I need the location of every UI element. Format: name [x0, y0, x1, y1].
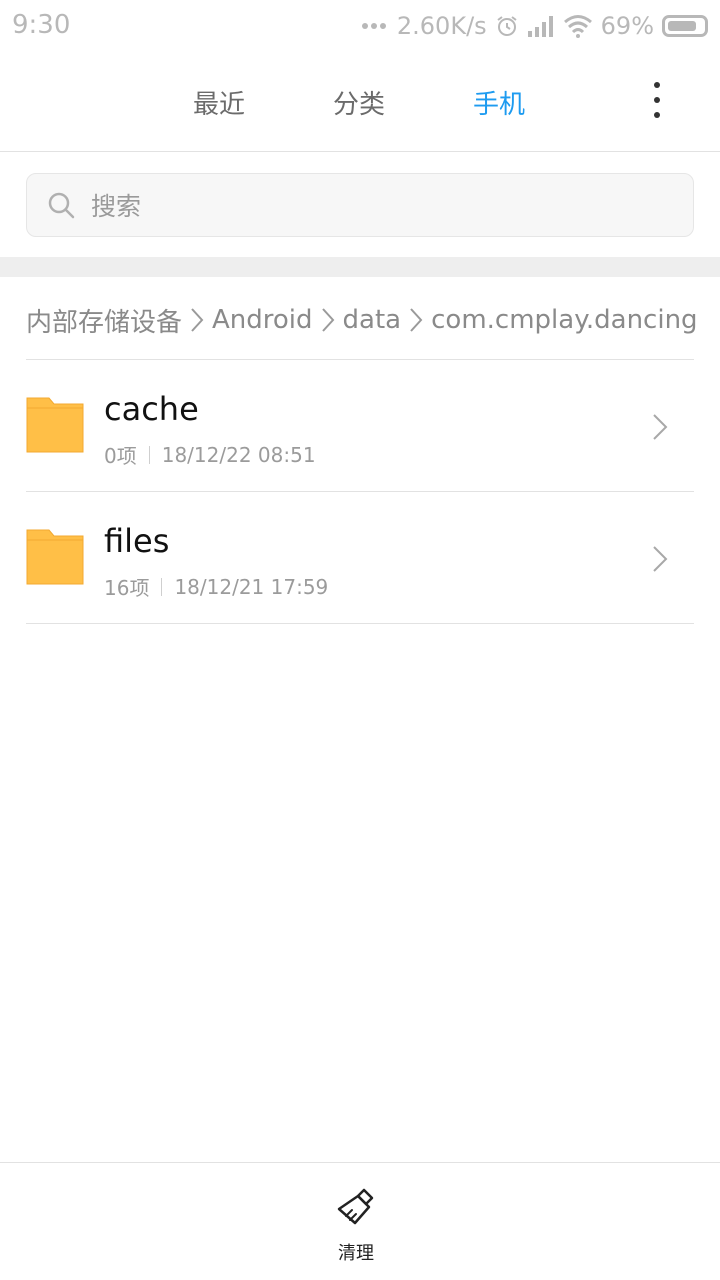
more-options-icon[interactable]: [646, 82, 668, 118]
broom-icon: [337, 1188, 374, 1225]
folder-name: cache: [104, 390, 199, 428]
chevron-right-icon: [191, 308, 204, 332]
list-divider: [26, 623, 694, 624]
modified-date: 18/12/22 08:51: [161, 442, 316, 467]
item-count: 0项: [104, 444, 137, 468]
meta-divider: [148, 445, 150, 464]
breadcrumb-data[interactable]: data: [343, 305, 402, 335]
chevron-right-icon: [653, 414, 668, 440]
folder-name: files: [104, 522, 170, 560]
breadcrumb-android[interactable]: Android: [212, 305, 313, 335]
tab-recent[interactable]: 最近: [193, 84, 245, 121]
bottom-toolbar: 清理: [0, 1162, 720, 1280]
wifi-icon: [563, 15, 592, 38]
alarm-icon: [497, 16, 517, 36]
chevron-right-icon: [410, 308, 423, 332]
search-placeholder: 搜索: [91, 192, 142, 221]
top-tabs: 最近 分类 手机: [0, 52, 720, 152]
clean-button[interactable]: 清理: [320, 1181, 400, 1269]
breadcrumb: 内部存储设备 Android data com.cmplay.dancing: [26, 294, 702, 346]
signal-icon: [527, 16, 553, 37]
folder-icon: [26, 529, 84, 585]
tab-phone[interactable]: 手机: [473, 84, 525, 121]
folder-row-files[interactable]: files 16项 18/12/21 17:59: [0, 492, 720, 622]
battery-icon: [662, 15, 708, 37]
section-divider: [0, 257, 720, 277]
folder-meta: 16项 18/12/21 17:59: [104, 572, 328, 601]
status-bar: 9:30 2.60K/s 69%: [0, 0, 720, 52]
battery-percent: 69%: [600, 12, 654, 40]
chevron-right-icon: [653, 546, 668, 572]
item-count: 16项: [104, 576, 150, 600]
folder-icon: [26, 397, 84, 453]
folder-row-cache[interactable]: cache 0项 18/12/22 08:51: [0, 360, 720, 490]
status-icons: 2.60K/s 69%: [354, 8, 708, 44]
search-icon: [48, 192, 75, 219]
tab-category[interactable]: 分类: [333, 84, 385, 121]
status-time: 9:30: [12, 10, 71, 40]
search-input[interactable]: 搜索: [26, 173, 694, 237]
chevron-right-icon: [321, 308, 334, 332]
more-notifications-icon: [361, 23, 389, 29]
folder-meta: 0项 18/12/22 08:51: [104, 440, 316, 469]
breadcrumb-internal-storage[interactable]: 内部存储设备: [26, 302, 182, 339]
clean-label: 清理: [338, 1243, 374, 1264]
meta-divider: [161, 577, 163, 596]
network-speed: 2.60K/s: [396, 12, 487, 40]
breadcrumb-package[interactable]: com.cmplay.dancing: [431, 305, 697, 335]
modified-date: 18/12/21 17:59: [174, 574, 329, 599]
